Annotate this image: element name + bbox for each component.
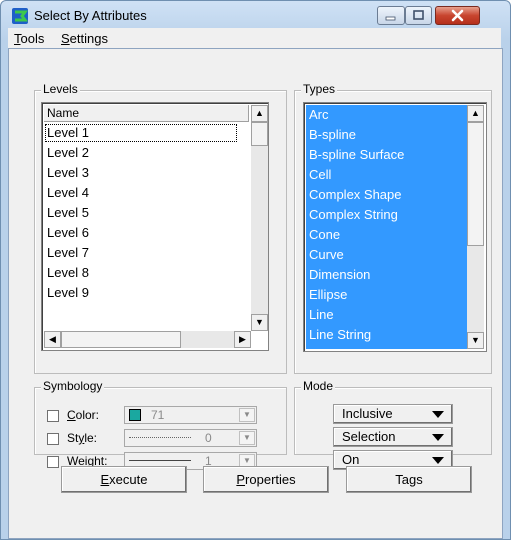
chevron-down-icon <box>432 411 444 418</box>
properties-label: roperties <box>245 472 296 487</box>
type-list-item[interactable]: Cell <box>306 165 331 185</box>
type-list-item[interactable]: Line String <box>306 325 371 345</box>
levels-scroll-down-icon[interactable]: ▼ <box>251 314 268 331</box>
app-icon <box>12 8 28 24</box>
type-list-item[interactable]: Complex Shape <box>306 185 402 205</box>
type-list-item[interactable]: B-spline <box>306 125 356 145</box>
minimize-button[interactable] <box>377 6 405 25</box>
style-label-pre: St <box>67 431 79 445</box>
levels-vertical-scrollbar[interactable]: ▲ ▼ <box>251 105 268 331</box>
color-label-post: olor: <box>75 408 100 422</box>
color-checkbox[interactable] <box>47 410 59 422</box>
types-scroll-thumb[interactable] <box>467 122 484 246</box>
menu-tools[interactable]: Tools <box>14 31 44 46</box>
types-vertical-scrollbar[interactable]: ▲ ▼ <box>467 105 484 349</box>
menu-settings-label: ettings <box>69 31 108 46</box>
maximize-button[interactable] <box>405 6 432 25</box>
style-line-preview <box>129 437 191 438</box>
type-list-item[interactable]: Ellipse <box>306 285 347 305</box>
chevron-down-icon <box>432 457 444 464</box>
levels-horizontal-scrollbar[interactable]: ◀ ▶ <box>44 331 251 348</box>
type-list-item[interactable]: Dimension <box>306 265 370 285</box>
color-label-hotkey: C <box>67 408 76 422</box>
level-list-item[interactable]: Level 3 <box>44 163 89 183</box>
type-list-item[interactable]: Line <box>306 305 334 325</box>
level-list-item[interactable]: Level 9 <box>44 283 89 303</box>
levels-group-label: Levels <box>41 82 80 96</box>
levels-list[interactable]: Name Level 1 Level 2 Level 3 Level 4 Level 5… <box>41 102 269 351</box>
menu-bar: Tools Settings <box>8 28 501 48</box>
levels-scroll-thumb[interactable] <box>251 122 268 146</box>
mode-inclusive-dropdown[interactable]: Inclusive <box>333 404 453 424</box>
chevron-down-icon <box>432 434 444 441</box>
types-list[interactable]: Arc B-spline B-spline Surface Cell Complex S… <box>303 102 487 352</box>
mode-on-label: On <box>342 452 360 467</box>
level-list-item[interactable]: Level 4 <box>44 183 89 203</box>
menu-settings-hotkey: S <box>61 31 70 46</box>
minimize-icon <box>385 16 396 21</box>
style-combo[interactable]: 0 ▼ <box>124 429 257 447</box>
weight-checkbox[interactable] <box>47 456 59 468</box>
execute-label: xecute <box>109 472 148 487</box>
type-list-item[interactable]: Arc <box>306 105 329 125</box>
type-list-item[interactable]: Complex String <box>306 205 398 225</box>
close-button[interactable] <box>435 6 480 25</box>
title-bar[interactable]: Select By Attributes <box>1 1 510 29</box>
weight-line-preview <box>129 460 191 461</box>
level-list-item[interactable]: Level 7 <box>44 243 89 263</box>
level-list-item[interactable]: Level 1 <box>44 123 238 143</box>
style-dropdown-icon[interactable]: ▼ <box>239 431 255 445</box>
tags-label-pre: Ta <box>395 472 409 487</box>
level-list-item[interactable]: Level 5 <box>44 203 89 223</box>
levels-column-header[interactable]: Name <box>44 105 249 122</box>
color-swatch-icon <box>129 409 141 421</box>
color-label: Color: <box>67 408 99 422</box>
tags-button[interactable]: Tags <box>346 466 472 493</box>
tags-label-post: s <box>416 472 423 487</box>
mode-selection-dropdown[interactable]: Selection <box>333 427 453 447</box>
window-title: Select By Attributes <box>34 8 147 23</box>
style-value: 0 <box>205 431 212 445</box>
style-label-post: le: <box>84 431 98 445</box>
type-list-item[interactable]: B-spline Surface <box>306 145 404 165</box>
type-list-item[interactable]: Curve <box>306 245 344 265</box>
levels-scroll-right-icon[interactable]: ▶ <box>234 331 251 348</box>
levels-scroll-left-icon[interactable]: ◀ <box>44 331 61 348</box>
execute-button[interactable]: Execute <box>61 466 187 493</box>
type-list-item[interactable]: Cone <box>306 225 340 245</box>
mode-group-label: Mode <box>301 379 336 393</box>
mode-selection-label: Selection <box>342 429 396 444</box>
style-label: Style: <box>67 431 97 445</box>
color-dropdown-icon[interactable]: ▼ <box>239 408 255 422</box>
mode-inclusive-label: Inclusive <box>342 406 393 421</box>
maximize-icon <box>413 10 424 20</box>
execute-hotkey: E <box>100 472 110 487</box>
close-icon <box>451 9 464 22</box>
menu-tools-label: ools <box>20 31 45 46</box>
types-scroll-up-icon[interactable]: ▲ <box>467 105 484 122</box>
types-group-label: Types <box>301 82 338 96</box>
level-list-item[interactable]: Level 8 <box>44 263 89 283</box>
properties-hotkey: P <box>236 472 246 487</box>
properties-button[interactable]: Properties <box>203 466 329 493</box>
color-combo[interactable]: 71 ▼ <box>124 406 257 424</box>
types-scroll-down-icon[interactable]: ▼ <box>467 332 484 349</box>
symbology-group-label: Symbology <box>41 379 105 393</box>
style-checkbox[interactable] <box>47 433 59 445</box>
dialog-window: Select By Attributes Tools Settings Leve… <box>0 0 511 540</box>
level-list-item[interactable]: Level 2 <box>44 143 89 163</box>
levels-scroll-up-icon[interactable]: ▲ <box>251 105 268 122</box>
menu-settings[interactable]: Settings <box>61 31 108 46</box>
level-list-item[interactable]: Level 6 <box>44 223 89 243</box>
levels-hscroll-thumb[interactable] <box>61 331 181 348</box>
color-value: 71 <box>151 408 165 422</box>
